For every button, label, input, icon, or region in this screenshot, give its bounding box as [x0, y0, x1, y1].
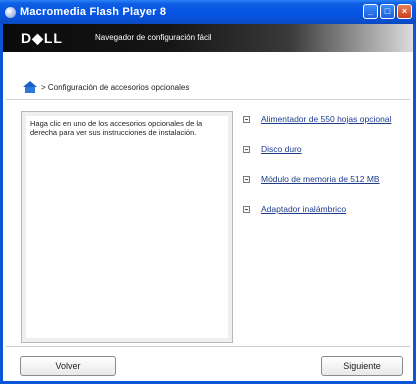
title-bar[interactable]: Macromedia Flash Player 8 _ □ ×: [0, 0, 416, 24]
maximize-button[interactable]: □: [380, 4, 395, 19]
next-button[interactable]: Siguiente: [321, 356, 403, 376]
window-title: Macromedia Flash Player 8: [20, 6, 167, 18]
option-label[interactable]: Módulo de memoria de 512 MB: [261, 174, 380, 184]
instructions-panel: Haga clic en uno de los accesorios opcio…: [21, 111, 233, 343]
dell-logo: D◆LL: [21, 30, 63, 46]
option-550-sheet-feeder[interactable]: Alimentador de 550 hojas opcional: [243, 114, 391, 124]
window-controls: _ □ ×: [363, 4, 412, 19]
option-memory-module[interactable]: Módulo de memoria de 512 MB: [243, 174, 380, 184]
expand-icon: [243, 205, 250, 213]
expand-icon: [243, 145, 250, 153]
divider: [6, 99, 410, 100]
expand-icon: [243, 175, 250, 183]
footer-divider: [6, 346, 410, 347]
instructions-text: Haga clic en uno de los accesorios opcio…: [30, 119, 203, 137]
flash-player-icon: [5, 6, 16, 18]
back-button[interactable]: Volver: [20, 356, 116, 376]
expand-icon: [243, 115, 250, 123]
breadcrumb: > Configuración de accesorios opcionales: [23, 80, 189, 94]
option-wireless-adapter[interactable]: Adaptador inalámbrico: [243, 204, 346, 214]
header-subtitle: Navegador de configuración fácil: [95, 33, 212, 42]
option-hard-disk[interactable]: Disco duro: [243, 144, 302, 154]
close-button[interactable]: ×: [397, 4, 412, 19]
option-label[interactable]: Alimentador de 550 hojas opcional: [261, 114, 391, 124]
option-label[interactable]: Disco duro: [261, 144, 302, 154]
breadcrumb-text: > Configuración de accesorios opcionales: [41, 82, 190, 92]
home-icon[interactable]: [23, 81, 37, 93]
option-label[interactable]: Adaptador inalámbrico: [261, 204, 346, 214]
minimize-button[interactable]: _: [363, 4, 378, 19]
flash-player-window: Macromedia Flash Player 8 _ □ × D◆LL Nav…: [0, 0, 416, 384]
dell-header: D◆LL Navegador de configuración fácil: [3, 24, 413, 52]
